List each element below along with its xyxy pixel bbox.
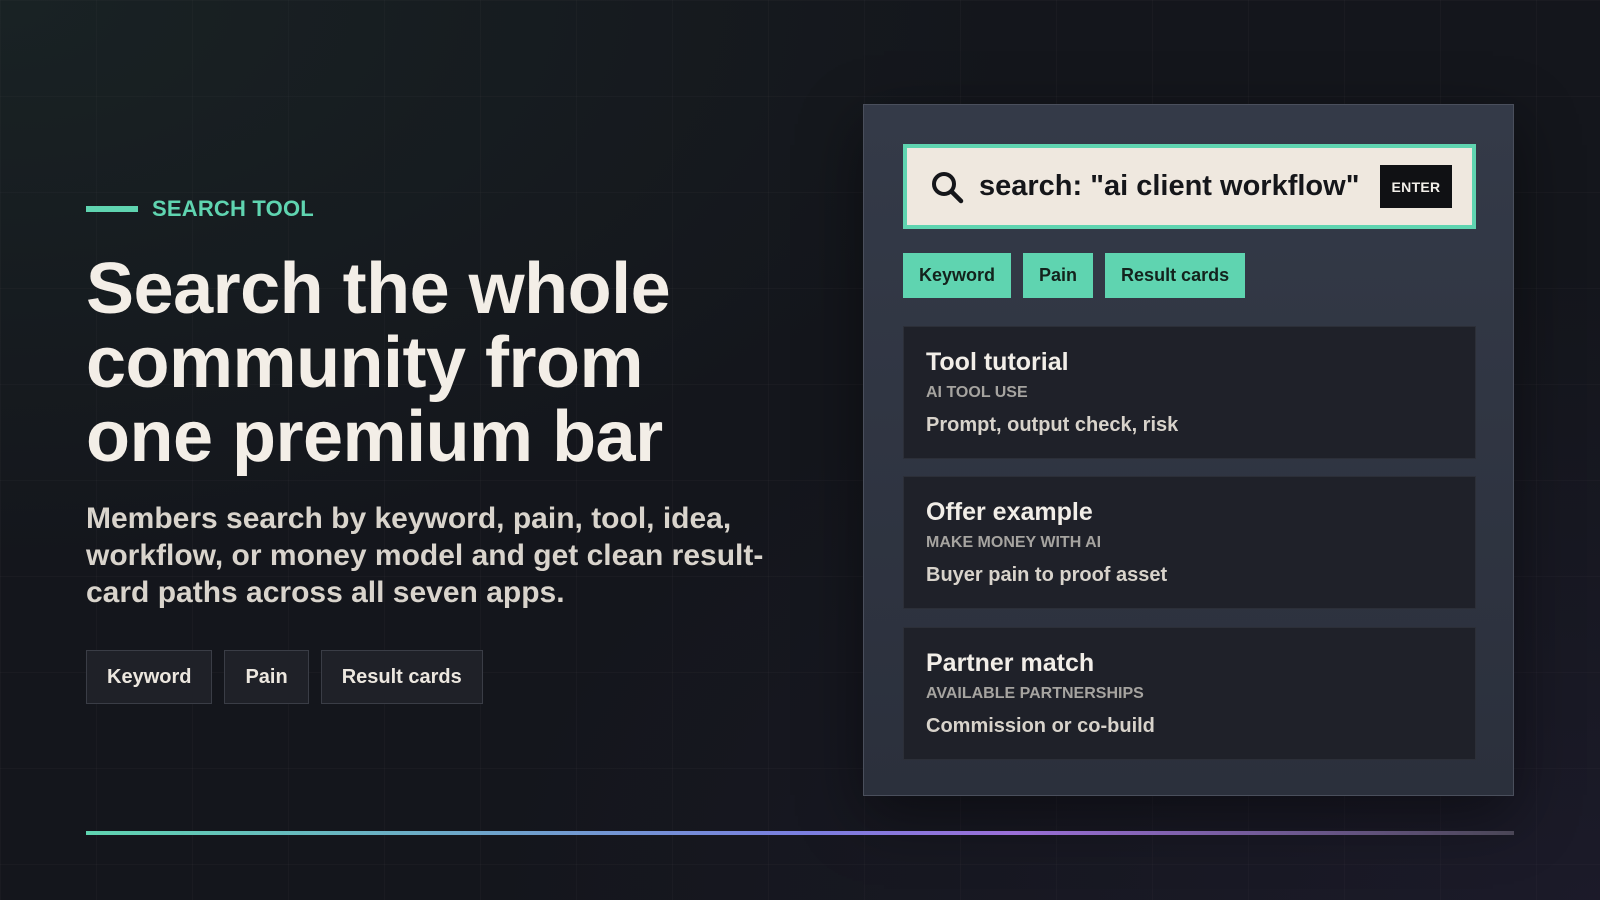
result-card[interactable]: Offer example MAKE MONEY WITH AI Buyer p…	[903, 476, 1476, 609]
search-bar[interactable]: search: "ai client workflow" ENTER	[903, 144, 1476, 229]
filter-keyword[interactable]: Keyword	[903, 253, 1012, 298]
result-card-category: AI TOOL USE	[926, 384, 1028, 401]
result-card[interactable]: Tool tutorial AI TOOL USE Prompt, output…	[903, 326, 1476, 459]
enter-button[interactable]: ENTER	[1380, 165, 1452, 208]
chip-result-cards[interactable]: Result cards	[320, 650, 483, 704]
result-card-description: Commission or co-build	[926, 715, 1155, 737]
headline-line-2: community from	[86, 323, 644, 403]
search-panel: search: "ai client workflow" ENTER Keywo…	[863, 104, 1514, 796]
filter-result-cards[interactable]: Result cards	[1105, 253, 1246, 298]
result-card-title: Offer example	[926, 498, 1093, 526]
search-icon	[932, 171, 964, 203]
eyebrow-label: SEARCH TOOL	[152, 196, 314, 221]
hero-description: Members search by keyword, pain, tool, i…	[86, 502, 764, 609]
search-input[interactable]: search: "ai client workflow"	[979, 170, 1380, 203]
filter-pain[interactable]: Pain	[1023, 253, 1094, 298]
result-card[interactable]: Partner match AVAILABLE PARTNERSHIPS Com…	[903, 627, 1476, 760]
page-headline: Search the whole community from one prem…	[86, 252, 786, 474]
headline-line-1: Search the whole	[86, 249, 671, 329]
chip-pain[interactable]: Pain	[224, 650, 309, 704]
result-card-description: Prompt, output check, risk	[926, 414, 1179, 436]
gradient-divider	[86, 831, 1514, 835]
result-card-title: Tool tutorial	[926, 348, 1069, 376]
result-card-title: Partner match	[926, 649, 1095, 677]
result-card-category: AVAILABLE PARTNERSHIPS	[926, 685, 1144, 702]
search-filters: Keyword Pain Result cards	[903, 253, 1246, 298]
result-card-description: Buyer pain to proof asset	[926, 564, 1168, 586]
headline-line-3: one premium bar	[86, 397, 663, 477]
chip-keyword[interactable]: Keyword	[86, 650, 213, 704]
section-eyebrow: SEARCH TOOL	[86, 196, 314, 222]
feature-chips: Keyword Pain Result cards	[86, 650, 483, 704]
result-card-category: MAKE MONEY WITH AI	[926, 534, 1102, 551]
eyebrow-accent-line	[86, 206, 138, 212]
